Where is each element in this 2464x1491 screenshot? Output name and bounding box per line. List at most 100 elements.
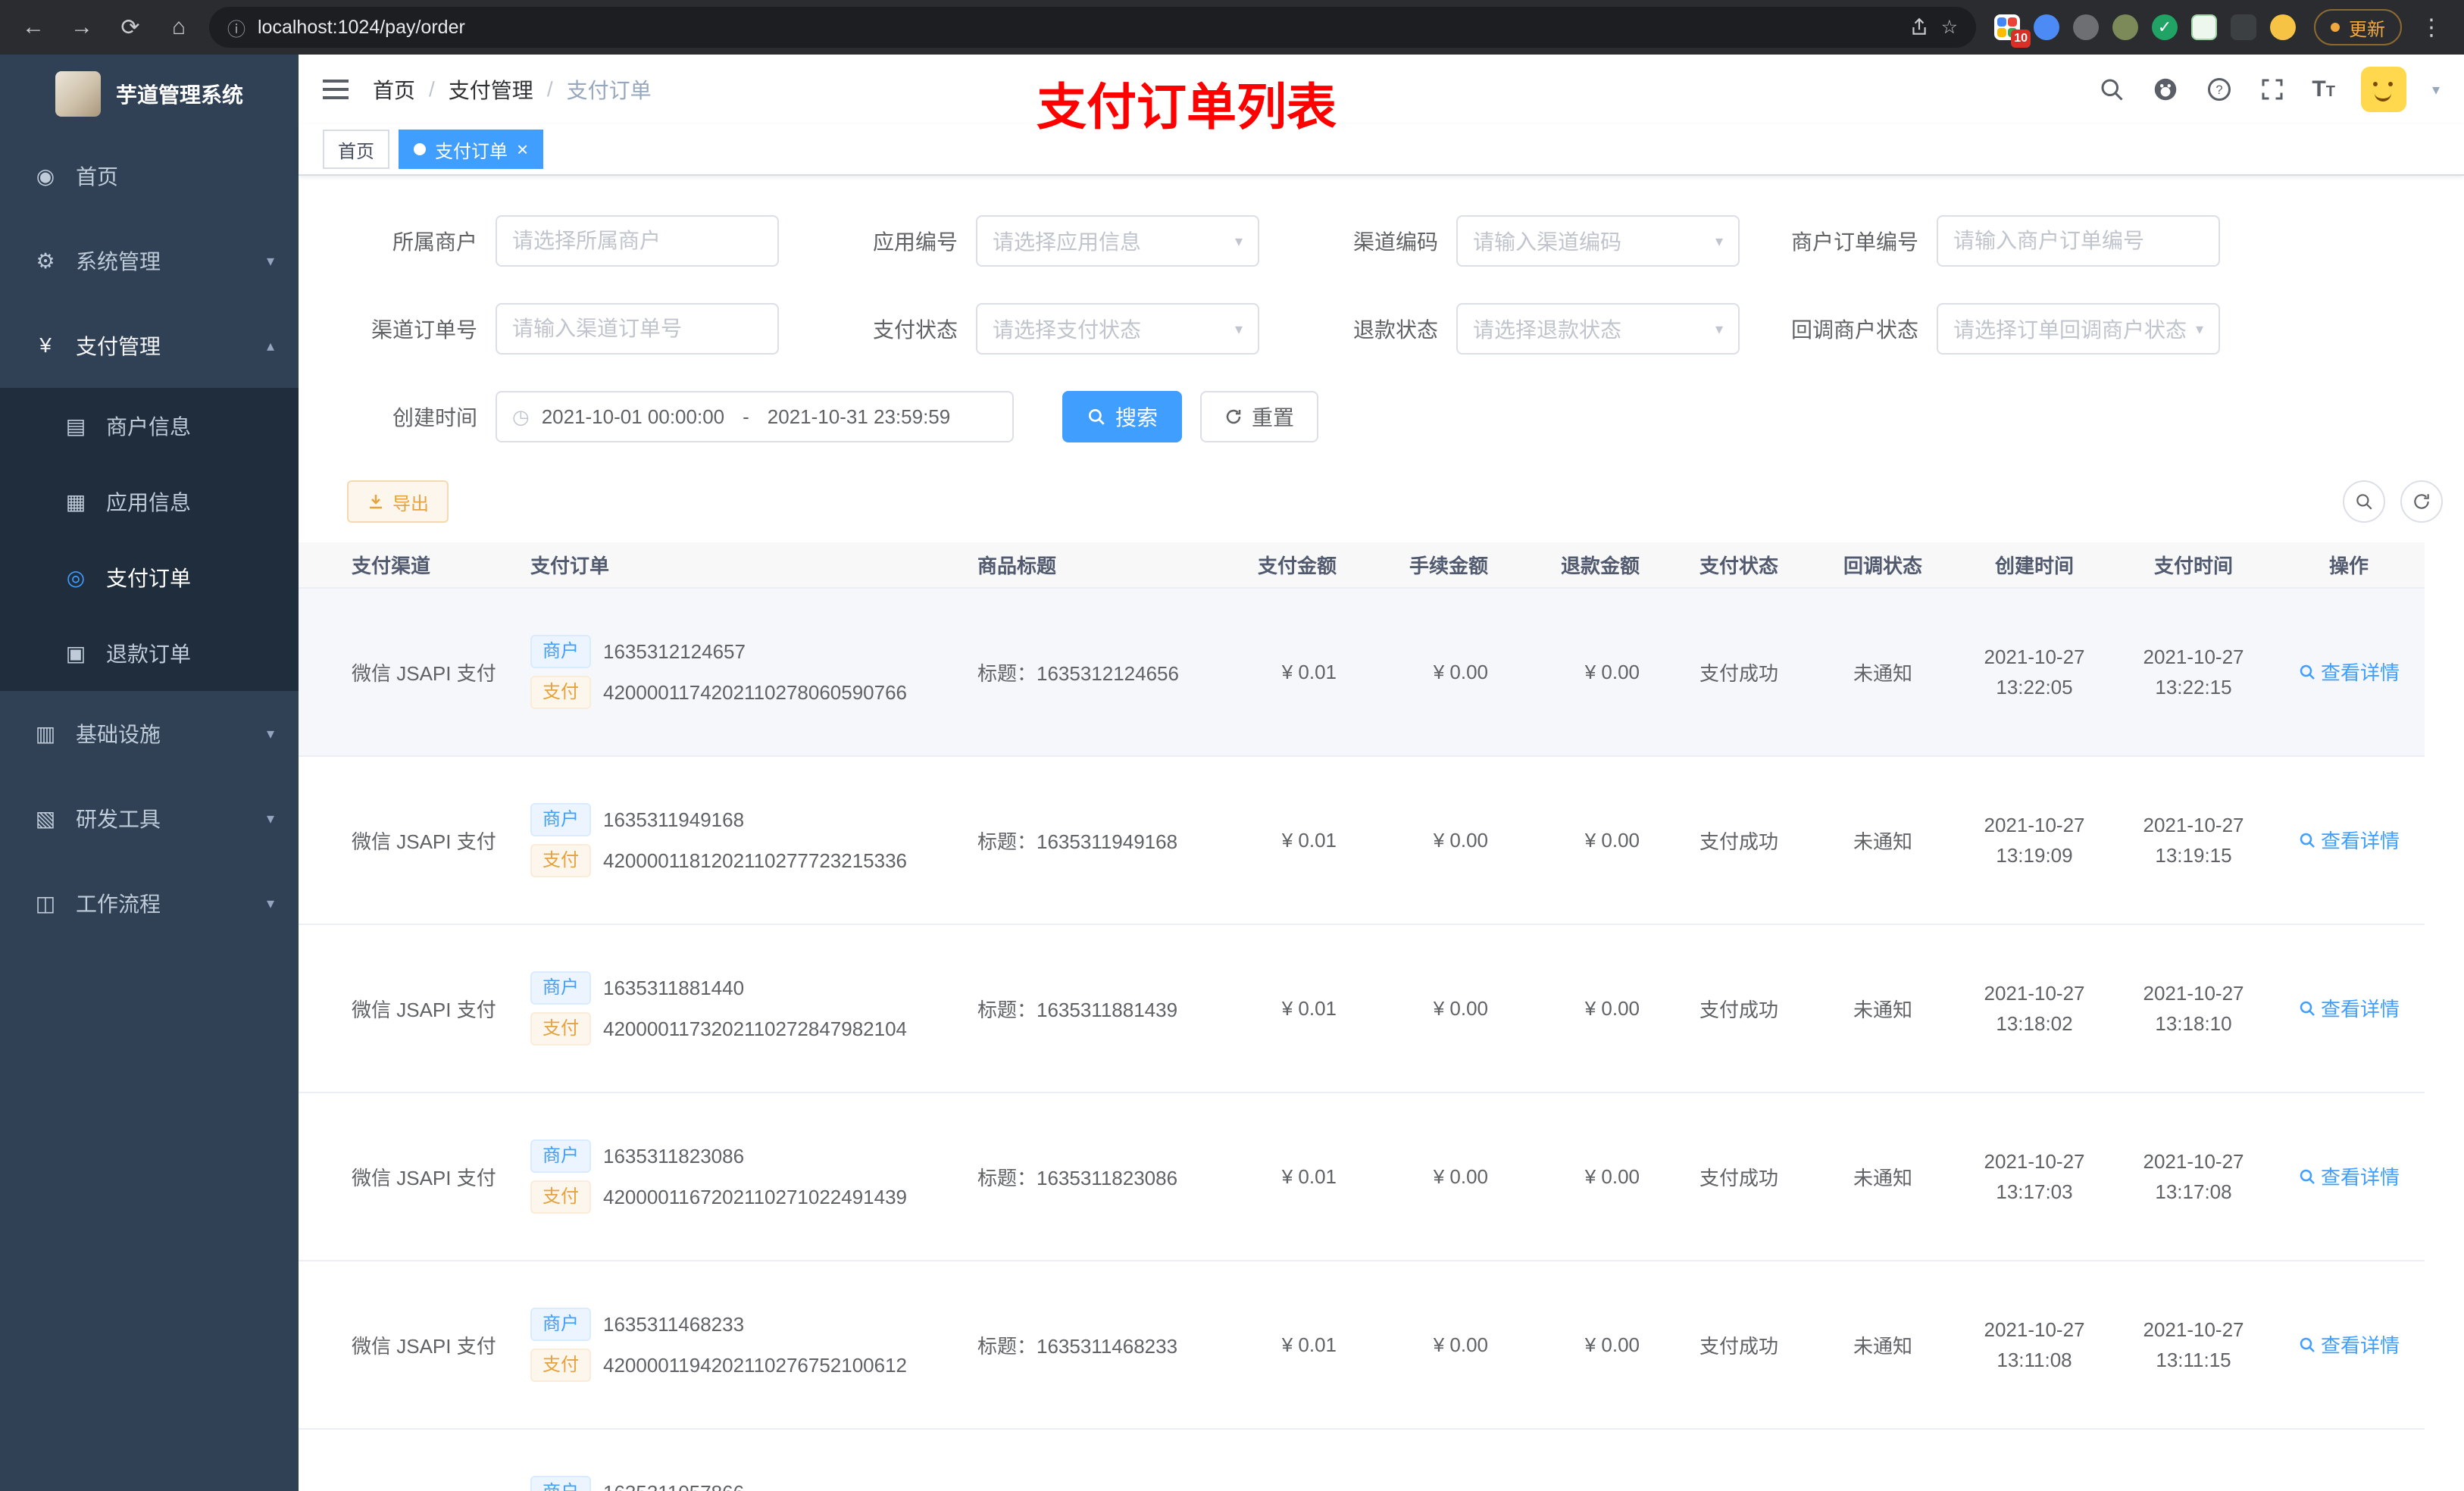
search-button-label: 搜索 bbox=[1115, 406, 1159, 430]
breadcrumb-home[interactable]: 首页 bbox=[373, 74, 415, 105]
avatar-caret-icon[interactable]: ▾ bbox=[2432, 80, 2440, 99]
view-detail-link[interactable]: 查看详情 bbox=[2298, 1330, 2400, 1358]
field-app: 应用编号 请选择应用信息 ▾ bbox=[809, 215, 1259, 267]
reset-button[interactable]: 重置 bbox=[1200, 391, 1319, 442]
font-size-icon[interactable]: TT bbox=[2312, 77, 2335, 102]
app-title: 芋道管理系统 bbox=[115, 83, 243, 107]
chevron-down-icon: ▾ bbox=[1234, 233, 1243, 250]
sidebar-item-home[interactable]: ◉ 首页 bbox=[0, 133, 299, 218]
sidebar-item-devtools[interactable]: ▧ 研发工具 ▾ bbox=[0, 776, 299, 861]
cell-order: 商户 1635311949168 支付 4200001181202110277723… bbox=[515, 756, 962, 925]
tab-pay-order[interactable]: 支付订单 × bbox=[399, 130, 544, 169]
extension-drop-icon[interactable] bbox=[2034, 14, 2059, 40]
search-button[interactable]: 搜索 bbox=[1062, 391, 1183, 442]
app-select[interactable]: 请选择应用信息 ▾ bbox=[976, 215, 1259, 267]
table-row: 20 微信 JSAPI 支付 商户 1635311949168 支付 4200001… bbox=[299, 756, 2425, 925]
col-amount: 支付金额 bbox=[1212, 542, 1364, 589]
fullscreen-icon[interactable] bbox=[2259, 76, 2286, 103]
extension-notes-icon[interactable] bbox=[2191, 14, 2217, 40]
search-icon[interactable] bbox=[2098, 76, 2125, 103]
tab-label: 首页 bbox=[338, 141, 374, 162]
date-range-input[interactable]: ◷ 2021-10-01 00:00:00 - 2021-10-31 23:59… bbox=[496, 391, 1014, 442]
help-icon[interactable]: ? bbox=[2206, 76, 2233, 103]
refresh-button[interactable] bbox=[2400, 480, 2443, 523]
sidebar-item-app-info[interactable]: ▦ 应用信息 bbox=[0, 464, 299, 539]
extension-gray-icon[interactable] bbox=[2073, 14, 2099, 40]
browser-menu-icon[interactable]: ⋮ bbox=[2414, 14, 2449, 41]
github-icon[interactable] bbox=[2151, 75, 2180, 104]
cell-action: 查看详情 bbox=[2273, 1092, 2425, 1261]
share-icon[interactable] bbox=[1909, 17, 1929, 37]
url-bar[interactable]: ⓘ localhost:1024/pay/order ☆ bbox=[209, 7, 1976, 48]
pay-tag: 支付 bbox=[530, 1349, 591, 1382]
field-merchant-order: 商户订单编号 bbox=[1770, 215, 2220, 267]
close-icon[interactable]: × bbox=[517, 139, 528, 159]
cell-action: 查看详情 bbox=[2273, 756, 2425, 925]
back-icon[interactable]: ← bbox=[15, 14, 52, 40]
sidebar-item-label: 应用信息 bbox=[106, 491, 192, 514]
toggle-search-button[interactable] bbox=[2343, 480, 2385, 523]
home-icon[interactable]: ⌂ bbox=[161, 14, 197, 40]
bookmark-star-icon[interactable]: ☆ bbox=[1941, 16, 1958, 39]
app-logo[interactable]: 芋道管理系统 bbox=[0, 55, 299, 133]
forward-icon[interactable]: → bbox=[64, 14, 100, 40]
sidebar-item-merchant-info[interactable]: ▤ 商户信息 bbox=[0, 388, 299, 464]
col-refund: 退款金额 bbox=[1515, 542, 1667, 589]
cell-notify bbox=[1811, 1429, 1955, 1491]
sidebar-item-payment[interactable]: ¥ 支付管理 ▴ bbox=[0, 303, 299, 388]
briefcase-icon: ◫ bbox=[35, 891, 56, 915]
extension-check-icon[interactable]: ✓ bbox=[2152, 14, 2178, 40]
sidebar-item-infra[interactable]: ▥ 基础设施 ▾ bbox=[0, 691, 299, 776]
hamburger-icon[interactable] bbox=[323, 80, 349, 99]
table-row: 18 微信 JSAPI 支付 商户 1635311823086 支付 4200001… bbox=[299, 1092, 2425, 1261]
channel-order-input[interactable] bbox=[496, 303, 779, 355]
sidebar-item-workflow[interactable]: ◫ 工作流程 ▾ bbox=[0, 861, 299, 946]
view-detail-link[interactable]: 查看详情 bbox=[2298, 1162, 2400, 1190]
cell-notify: 未通知 bbox=[1811, 1261, 1955, 1430]
cell-order: 商户1635311057866 支付 bbox=[515, 1429, 962, 1491]
cell-title: 标题：1635312124656 bbox=[962, 588, 1212, 757]
col-status: 支付状态 bbox=[1667, 542, 1811, 589]
extension-grid-icon[interactable]: 10 bbox=[1994, 14, 2031, 48]
browser-update-button[interactable]: 更新 bbox=[2314, 9, 2402, 45]
col-id: 编号 bbox=[299, 542, 336, 589]
breadcrumb-pay[interactable]: 支付管理 bbox=[449, 74, 533, 105]
date-separator: - bbox=[743, 405, 749, 428]
cell-id: 21 bbox=[299, 588, 336, 757]
document-icon: ▣ bbox=[65, 641, 86, 665]
view-detail-link[interactable]: 查看详情 bbox=[2298, 826, 2400, 854]
toolbar-icons bbox=[2343, 480, 2443, 523]
cell-status: 支付成功 bbox=[1667, 588, 1811, 757]
sidebar-item-label: 工作流程 bbox=[76, 892, 161, 916]
user-avatar[interactable] bbox=[2360, 67, 2406, 112]
owner-input[interactable] bbox=[496, 215, 779, 267]
merchant-order-input[interactable] bbox=[1937, 215, 2220, 267]
extension-emoji-icon[interactable] bbox=[2270, 14, 2296, 40]
callback-status-select[interactable]: 请选择订单回调商户状态 ▾ bbox=[1937, 303, 2220, 355]
sidebar-item-refund-order[interactable]: ▣ 退款订单 bbox=[0, 615, 299, 691]
extension-olive-icon[interactable] bbox=[2112, 14, 2138, 40]
tab-home[interactable]: 首页 bbox=[323, 130, 389, 169]
breadcrumb: 首页 / 支付管理 / 支付订单 bbox=[373, 74, 652, 105]
date-end: 2021-10-31 23:59:59 bbox=[767, 405, 951, 428]
cell-title: 标题：1635311949168 bbox=[962, 756, 1212, 925]
sidebar-item-system[interactable]: ⚙ 系统管理 ▾ bbox=[0, 218, 299, 303]
reload-icon[interactable]: ⟳ bbox=[112, 14, 149, 41]
site-info-icon[interactable]: ⓘ bbox=[227, 14, 245, 41]
merchant-card-icon: ▤ bbox=[65, 414, 86, 438]
sidebar-item-label: 系统管理 bbox=[76, 250, 161, 274]
merchant-tag: 商户 bbox=[530, 1476, 591, 1491]
sidebar-item-label: 退款订单 bbox=[106, 642, 192, 666]
view-detail-link[interactable]: 查看详情 bbox=[2298, 658, 2400, 686]
channel-code-select[interactable]: 请输入渠道编码 ▾ bbox=[1456, 215, 1740, 267]
view-detail-link[interactable]: 查看详情 bbox=[2298, 994, 2400, 1022]
refund-status-select[interactable]: 请选择退款状态 ▾ bbox=[1456, 303, 1740, 355]
export-button[interactable]: 导出 bbox=[347, 480, 449, 523]
cell-status: 支付成功 bbox=[1667, 756, 1811, 925]
pay-status-select[interactable]: 请选择支付状态 ▾ bbox=[976, 303, 1259, 355]
cell-order: 商户 1635311881440 支付 4200001173202110272847… bbox=[515, 924, 962, 1093]
extension-dark-icon[interactable] bbox=[2231, 14, 2256, 40]
breadcrumb-separator: / bbox=[546, 77, 553, 101]
navbar-actions: ? TT ▾ bbox=[2098, 67, 2440, 112]
sidebar-item-pay-order[interactable]: ◎ 支付订单 bbox=[0, 539, 299, 615]
